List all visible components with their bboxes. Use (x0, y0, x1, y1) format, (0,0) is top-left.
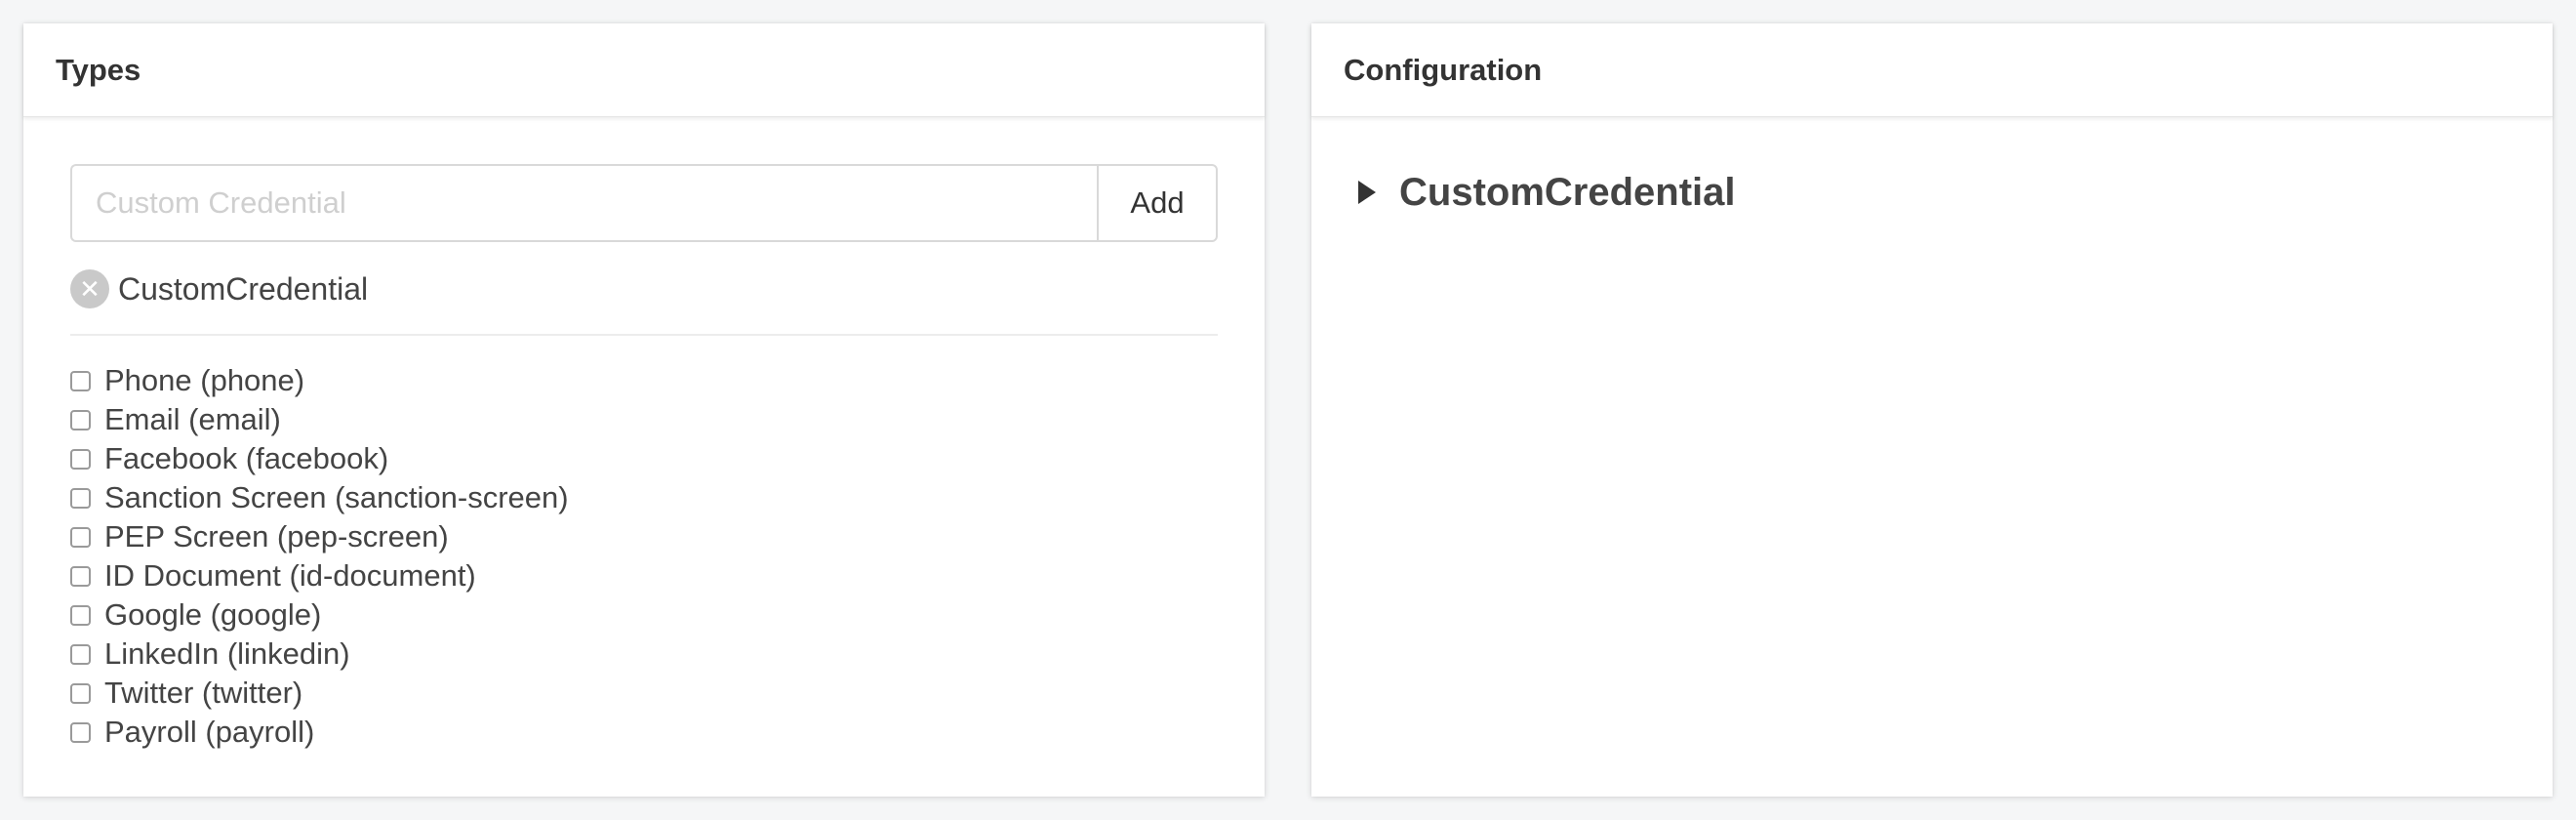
checkbox[interactable] (70, 565, 91, 587)
checkbox[interactable] (70, 448, 91, 470)
types-panel: Types Add ✕ CustomCredential Phone (phon… (23, 23, 1265, 797)
configuration-panel: Configuration CustomCredential (1311, 23, 2553, 797)
credential-type-item: Phone (phone) (70, 361, 1218, 400)
checkbox-label[interactable]: Payroll (payroll) (104, 715, 314, 750)
checkbox-label[interactable]: LinkedIn (linkedin) (104, 636, 350, 672)
checkbox[interactable] (70, 721, 91, 743)
checkbox[interactable] (70, 370, 91, 391)
credential-type-item: Facebook (facebook) (70, 439, 1218, 478)
custom-credential-input[interactable] (70, 164, 1097, 242)
configuration-panel-body: CustomCredential (1311, 117, 2553, 217)
types-panel-header: Types (23, 23, 1265, 117)
checkbox[interactable] (70, 643, 91, 665)
custom-credential-input-group: Add (70, 164, 1218, 242)
checkbox[interactable] (70, 682, 91, 704)
divider (70, 334, 1218, 336)
custom-tag-label: CustomCredential (118, 270, 369, 307)
credential-type-item: LinkedIn (linkedin) (70, 635, 1218, 674)
types-panel-body: Add ✕ CustomCredential Phone (phone) Ema… (23, 117, 1265, 752)
checkbox-label[interactable]: Email (email) (104, 402, 281, 437)
configuration-panel-header: Configuration (1311, 23, 2553, 117)
checkbox[interactable] (70, 487, 91, 509)
checkbox[interactable] (70, 604, 91, 626)
checkbox[interactable] (70, 526, 91, 548)
checkbox[interactable] (70, 409, 91, 430)
checkbox-label[interactable]: Phone (phone) (104, 363, 304, 398)
credential-type-item: Email (email) (70, 400, 1218, 439)
credential-type-item: Sanction Screen (sanction-screen) (70, 478, 1218, 517)
checkbox-label[interactable]: Google (google) (104, 597, 321, 633)
checkbox-label[interactable]: ID Document (id-document) (104, 558, 476, 594)
close-circle-icon[interactable]: ✕ (70, 269, 109, 308)
checkbox-label[interactable]: Sanction Screen (sanction-screen) (104, 480, 569, 515)
credential-type-item: PEP Screen (pep-screen) (70, 517, 1218, 556)
tree-node-customcredential[interactable]: CustomCredential (1358, 168, 2553, 217)
custom-tag: ✕ CustomCredential (70, 267, 1218, 310)
types-panel-title: Types (56, 52, 141, 87)
credential-type-list: Phone (phone) Email (email) Facebook (fa… (70, 361, 1218, 752)
credential-type-item: ID Document (id-document) (70, 556, 1218, 595)
tree-node-label[interactable]: CustomCredential (1399, 171, 1736, 215)
credential-type-item: Google (google) (70, 595, 1218, 635)
checkbox-label[interactable]: Facebook (facebook) (104, 441, 388, 476)
credential-type-item: Twitter (twitter) (70, 674, 1218, 713)
checkbox-label[interactable]: Twitter (twitter) (104, 676, 302, 711)
credential-type-item: Payroll (payroll) (70, 713, 1218, 752)
caret-right-icon[interactable] (1358, 181, 1376, 204)
checkbox-label[interactable]: PEP Screen (pep-screen) (104, 519, 449, 554)
configuration-panel-title: Configuration (1344, 52, 1543, 87)
add-button[interactable]: Add (1097, 164, 1218, 242)
